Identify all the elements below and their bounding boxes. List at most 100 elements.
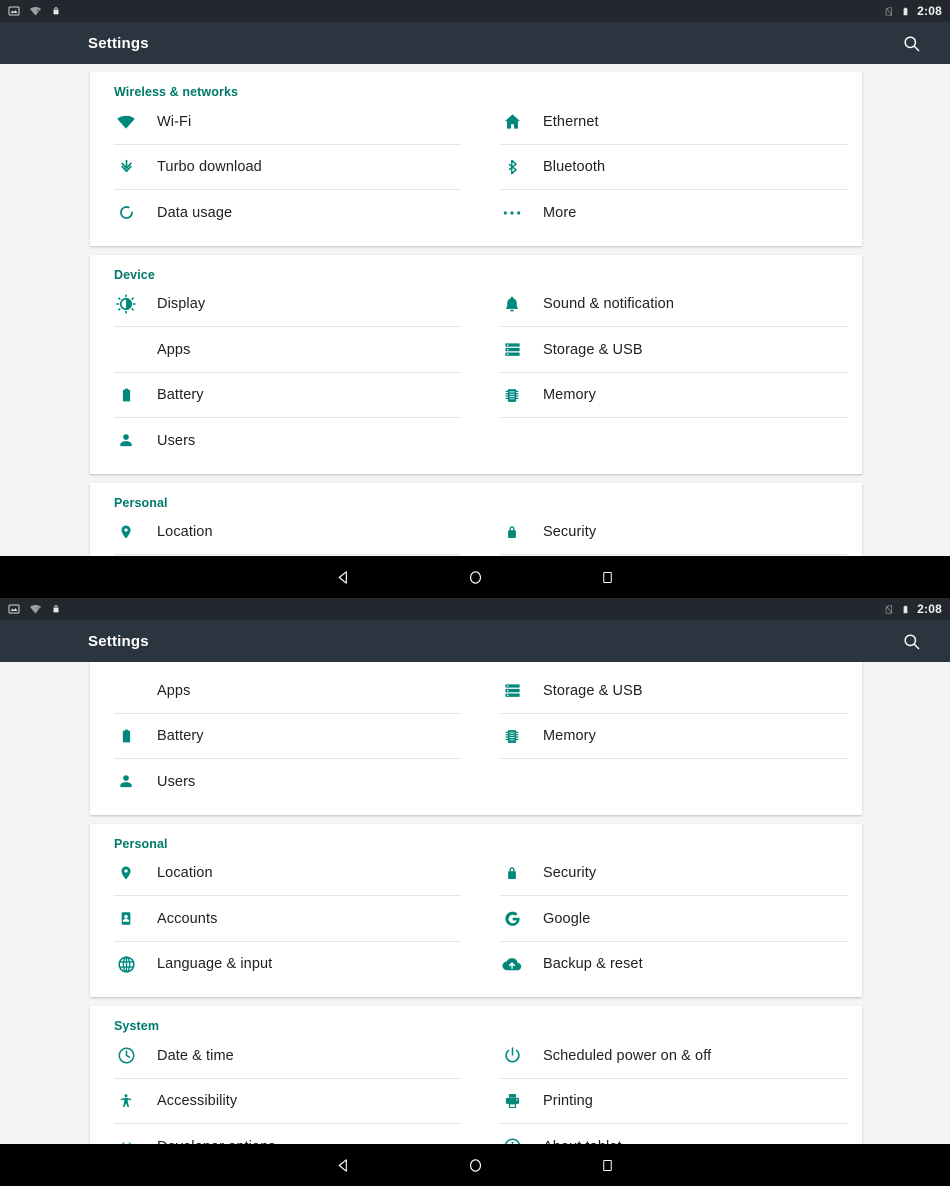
- settings-row-developer-options[interactable]: { } Developer options: [90, 1124, 476, 1144]
- location-pin-icon: [114, 861, 138, 885]
- settings-row-scheduled-power-on-off[interactable]: Scheduled power on & off: [476, 1033, 862, 1079]
- settings-row-security[interactable]: Security: [476, 510, 862, 556]
- card-bottom-pad: [90, 464, 862, 474]
- settings-row-accounts[interactable]: Accounts: [90, 555, 476, 556]
- settings-row-security[interactable]: Security: [476, 851, 862, 897]
- settings-list-bottom[interactable]: Apps Storage & USB Battery Memory Users Perso…: [0, 662, 950, 1144]
- status-bar-2: ? 2:08: [0, 598, 950, 620]
- settings-row-pair: Apps Storage & USB: [90, 327, 862, 373]
- back-button[interactable]: [322, 556, 364, 598]
- settings-row-users[interactable]: Users: [90, 759, 476, 805]
- settings-row-memory[interactable]: Memory: [476, 373, 862, 419]
- settings-screen-bottom: ? 2:08 Settings Apps Storage & USB Batte…: [0, 598, 950, 1144]
- card-bottom-pad: [90, 987, 862, 997]
- settings-row-label: Data usage: [157, 204, 233, 221]
- search-button[interactable]: [896, 626, 926, 656]
- settings-row-label: Display: [157, 296, 206, 313]
- settings-rows: Location Security Accounts Google Language &…: [90, 851, 862, 988]
- settings-row-pair: Wi-Fi Ethernet: [90, 99, 862, 145]
- settings-row-wi-fi[interactable]: Wi-Fi: [90, 99, 476, 145]
- back-triangle-icon: [335, 1157, 352, 1174]
- settings-row-apps[interactable]: Apps: [90, 668, 476, 714]
- settings-card-wireless-networks: Wireless & networks Wi-Fi Ethernet Turbo do…: [90, 72, 862, 246]
- settings-row-turbo-download[interactable]: Turbo download: [90, 145, 476, 191]
- home-circle-icon: [467, 569, 484, 586]
- settings-card-personal: Personal Location Security Accounts Google La…: [90, 823, 862, 997]
- settings-row-accounts[interactable]: Accounts: [90, 896, 476, 942]
- user-person-icon: [114, 770, 138, 794]
- recents-button[interactable]: [586, 556, 628, 598]
- settings-row-memory[interactable]: Memory: [476, 714, 862, 760]
- section-header-personal: Personal: [114, 495, 168, 510]
- settings-row-language-input[interactable]: Language & input: [90, 942, 476, 988]
- settings-row-battery[interactable]: Battery: [90, 714, 476, 760]
- back-button[interactable]: [322, 1144, 364, 1186]
- settings-row-backup-reset[interactable]: Backup & reset: [476, 942, 862, 988]
- settings-row-storage-usb[interactable]: Storage & USB: [476, 327, 862, 373]
- bell-icon: [500, 292, 524, 316]
- home-button[interactable]: [454, 1144, 496, 1186]
- settings-row-google[interactable]: Google: [476, 555, 862, 556]
- turbo-download-icon: [114, 155, 138, 179]
- settings-card-personal: Personal Location Security AccountsGoogle: [90, 482, 862, 556]
- search-button[interactable]: [896, 28, 926, 58]
- battery-icon: [114, 383, 138, 407]
- home-button[interactable]: [454, 556, 496, 598]
- settings-row-apps[interactable]: Apps: [90, 327, 476, 373]
- display-brightness-icon: [114, 292, 138, 316]
- backup-cloud-icon: [500, 952, 524, 976]
- recents-button[interactable]: [586, 1144, 628, 1186]
- settings-row-accessibility[interactable]: Accessibility: [90, 1079, 476, 1125]
- settings-row-pair: Turbo download Bluetooth: [90, 145, 862, 191]
- lock-icon: [51, 603, 61, 615]
- settings-row-label: Sound & notification: [543, 296, 674, 313]
- settings-row-label: Scheduled power on & off: [543, 1047, 712, 1064]
- settings-list-top[interactable]: Wireless & networks Wi-Fi Ethernet Turbo do…: [0, 64, 950, 556]
- settings-row-label: Memory: [543, 728, 596, 745]
- settings-row-date-time[interactable]: Date & time: [90, 1033, 476, 1079]
- settings-row-label: About tablet: [543, 1139, 622, 1144]
- screenshot-icon: [8, 603, 20, 615]
- settings-row-label: Security: [543, 524, 597, 541]
- wifi-icon: [114, 110, 138, 134]
- settings-row-google[interactable]: Google: [476, 896, 862, 942]
- navigation-bar-bottom: [0, 1144, 950, 1186]
- settings-row-data-usage[interactable]: Data usage: [90, 190, 476, 236]
- lock-icon: [51, 5, 61, 17]
- lock-security-icon: [500, 520, 524, 544]
- status-bar-left-icons: ?: [8, 5, 61, 17]
- card-bottom-pad: [90, 236, 862, 246]
- settings-row-display[interactable]: Display: [90, 282, 476, 328]
- battery-icon: [901, 5, 910, 18]
- settings-row-sound-notification[interactable]: Sound & notification: [476, 282, 862, 328]
- settings-row-label: Users: [157, 773, 196, 790]
- globe-icon: [114, 952, 138, 976]
- settings-card-system: System Date & time Scheduled power on & of…: [90, 1006, 862, 1144]
- settings-row-ethernet[interactable]: Ethernet: [476, 99, 862, 145]
- page-title: Settings: [88, 632, 149, 650]
- android-apps-icon: [114, 338, 138, 362]
- status-bar-clock: 2:08: [917, 4, 942, 18]
- svg-text:{ }: { }: [120, 1140, 132, 1144]
- settings-row-pair: { } Developer options About tablet: [90, 1124, 862, 1144]
- settings-row-more[interactable]: More: [476, 190, 862, 236]
- settings-row-storage-usb[interactable]: Storage & USB: [476, 668, 862, 714]
- settings-row-label: Developer options: [157, 1139, 276, 1144]
- settings-row-label: Location: [157, 524, 213, 541]
- settings-row-label: Ethernet: [543, 113, 599, 130]
- google-g-icon: [500, 907, 524, 931]
- search-icon: [902, 34, 921, 53]
- section-header-personal: Personal: [114, 836, 168, 851]
- settings-row-label: Memory: [543, 387, 596, 404]
- settings-row-label: Security: [543, 865, 597, 882]
- settings-row-about-tablet[interactable]: About tablet: [476, 1124, 862, 1144]
- settings-row-battery[interactable]: Battery: [90, 373, 476, 419]
- settings-row-location[interactable]: Location: [90, 510, 476, 556]
- settings-row-empty: [476, 759, 862, 805]
- storage-icon: [500, 679, 524, 703]
- settings-row-bluetooth[interactable]: Bluetooth: [476, 145, 862, 191]
- settings-row-location[interactable]: Location: [90, 851, 476, 897]
- lock-security-icon: [500, 861, 524, 885]
- settings-row-users[interactable]: Users: [90, 418, 476, 464]
- settings-row-printing[interactable]: Printing: [476, 1079, 862, 1125]
